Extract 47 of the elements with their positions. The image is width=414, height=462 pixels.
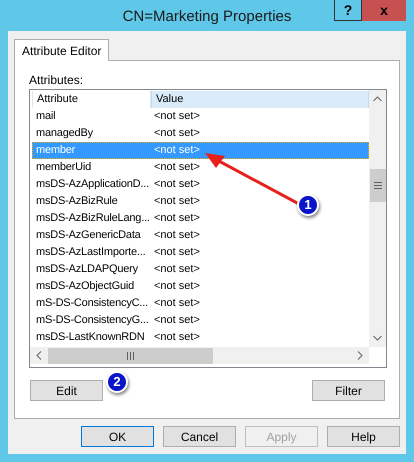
attribute-cell[interactable]: mail <box>33 109 154 124</box>
value-cell: <not set> <box>154 279 200 294</box>
attribute-cell[interactable]: msDS-AzBizRule <box>33 194 154 209</box>
value-cell: <not set> <box>154 262 200 277</box>
filter-button[interactable]: Filter <box>312 380 385 401</box>
value-cell: <not set> <box>154 245 200 260</box>
attribute-cell[interactable]: msDS-AzLDAPQuery <box>33 262 154 277</box>
attribute-cell[interactable]: msDS-AzGenericData <box>33 228 154 243</box>
horizontal-scrollbar[interactable] <box>30 347 369 364</box>
value-cell: <not set> <box>154 143 200 158</box>
value-cell: <not set> <box>154 109 200 124</box>
edit-button[interactable]: Edit <box>30 380 103 401</box>
scroll-right-icon[interactable] <box>357 351 363 360</box>
attribute-cell[interactable]: mS-DS-ConsistencyC... <box>33 296 154 311</box>
scroll-thumb[interactable] <box>370 169 386 202</box>
column-header[interactable]: Attribute <box>32 91 151 108</box>
value-cell: <not set> <box>154 228 200 243</box>
attribute-cell[interactable]: managedBy <box>33 126 154 141</box>
help-button[interactable]: ? <box>334 0 362 21</box>
value-cell: <not set> <box>154 313 200 328</box>
scroll-down-icon[interactable] <box>373 335 382 341</box>
value-cell: <not set> <box>154 194 200 209</box>
scroll-up-icon[interactable] <box>373 96 382 102</box>
attribute-cell[interactable]: msDS-AzBizRuleLang... <box>33 211 154 226</box>
scroll-thumb[interactable] <box>48 348 213 364</box>
vertical-scrollbar[interactable] <box>369 90 386 347</box>
value-cell: <not set> <box>154 296 200 311</box>
tab[interactable]: Attribute Editor <box>14 39 110 61</box>
dialog-button[interactable]: OK <box>81 426 154 447</box>
attribute-cell[interactable]: msDS-LastKnownRDN <box>33 330 154 345</box>
dialog-button[interactable]: Cancel <box>163 426 236 447</box>
close-button[interactable]: x <box>362 0 406 21</box>
attribute-cell[interactable]: msDS-AzApplicationD... <box>33 177 154 192</box>
value-cell: <not set> <box>154 177 200 192</box>
attribute-cell[interactable]: msDS-AzObjectGuid <box>33 279 154 294</box>
column-header[interactable]: Value <box>151 91 369 108</box>
scroll-left-icon[interactable] <box>36 351 42 360</box>
value-cell: <not set> <box>154 211 200 226</box>
attribute-cell[interactable]: memberUid <box>33 160 154 175</box>
dialog-button[interactable]: Help <box>327 426 400 447</box>
attribute-cell[interactable]: mS-DS-ConsistencyG... <box>33 313 154 328</box>
value-cell: <not set> <box>154 126 200 141</box>
window-title: CN=Marketing Properties <box>122 7 292 27</box>
attribute-cell[interactable]: msDS-AzLastImporte... <box>33 245 154 260</box>
value-cell: <not set> <box>154 330 200 345</box>
value-cell: <not set> <box>154 160 200 175</box>
attributes-label: Attributes: <box>29 72 84 89</box>
